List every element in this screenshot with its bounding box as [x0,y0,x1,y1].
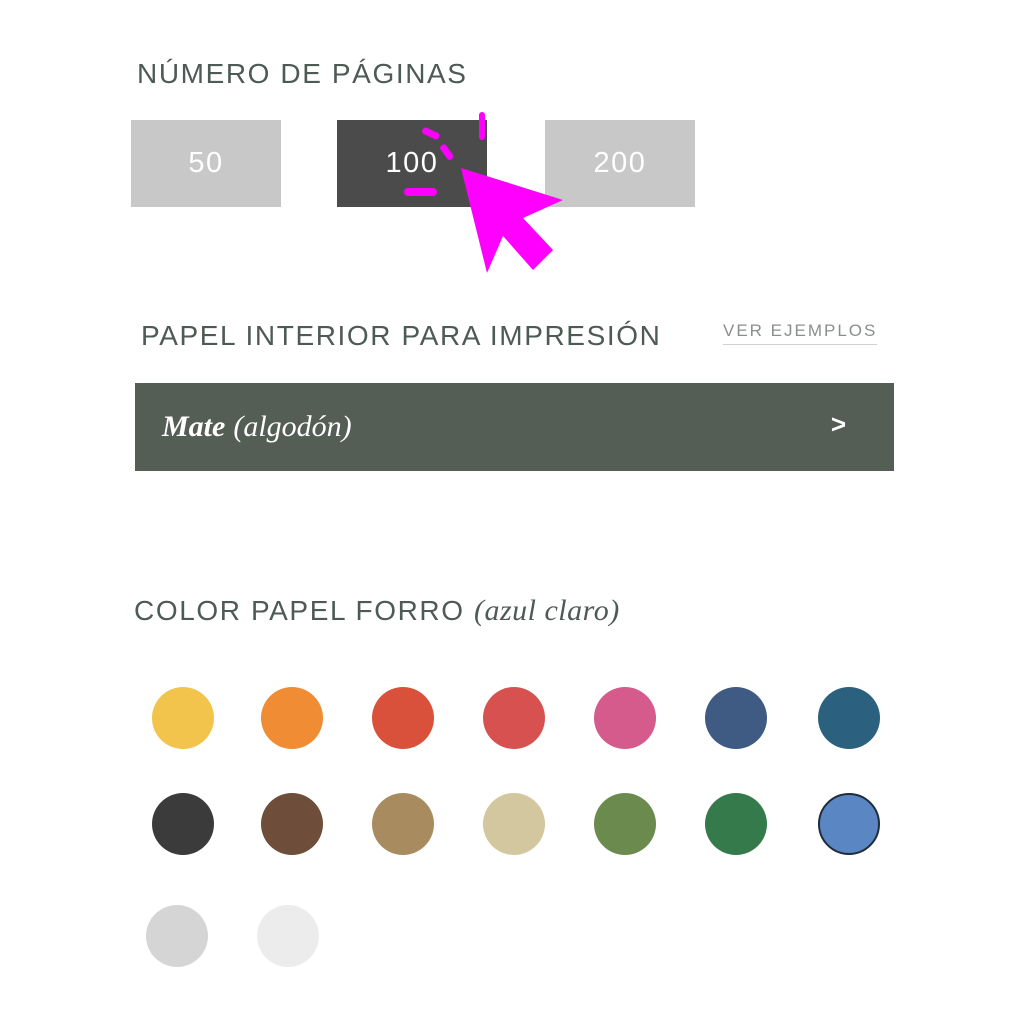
color-swatch[interactable] [705,687,767,749]
paper-type-detail: (algodón) [233,410,352,443]
pages-option-200[interactable]: 200 [545,120,695,207]
color-swatch[interactable] [261,793,323,855]
pages-option-label: 200 [593,147,647,179]
color-swatch[interactable] [152,793,214,855]
cover-color-selected-name: (azul claro) [473,594,620,627]
color-swatch[interactable] [261,687,323,749]
color-swatch[interactable] [483,793,545,855]
color-swatch[interactable] [372,793,434,855]
view-examples-link[interactable]: VER EJEMPLOS [723,321,878,345]
color-swatch[interactable] [705,793,767,855]
pages-option-50[interactable]: 50 [131,120,281,207]
paper-heading: PAPEL INTERIOR PARA IMPRESIÓN [141,320,662,351]
color-swatch[interactable] [257,905,319,967]
color-swatch[interactable] [818,793,880,855]
chevron-right-icon: > [830,409,846,439]
color-swatch[interactable] [152,687,214,749]
pages-option-100[interactable]: 100 [337,120,487,207]
paper-type-name: Mate [162,410,226,443]
paper-type-select[interactable]: Mate (algodón) > [135,383,894,471]
color-swatch[interactable] [372,687,434,749]
color-swatch[interactable] [818,687,880,749]
cover-color-heading-label: COLOR PAPEL FORRO [134,595,465,626]
pages-option-label: 100 [385,147,439,179]
color-swatch[interactable] [483,687,545,749]
color-swatch[interactable] [594,793,656,855]
color-swatch[interactable] [146,905,208,967]
color-swatch[interactable] [594,687,656,749]
pages-option-label: 50 [188,147,224,179]
pages-heading: NÚMERO DE PÁGINAS [137,58,468,89]
cover-color-heading: COLOR PAPEL FORRO (azul claro) [134,594,620,628]
